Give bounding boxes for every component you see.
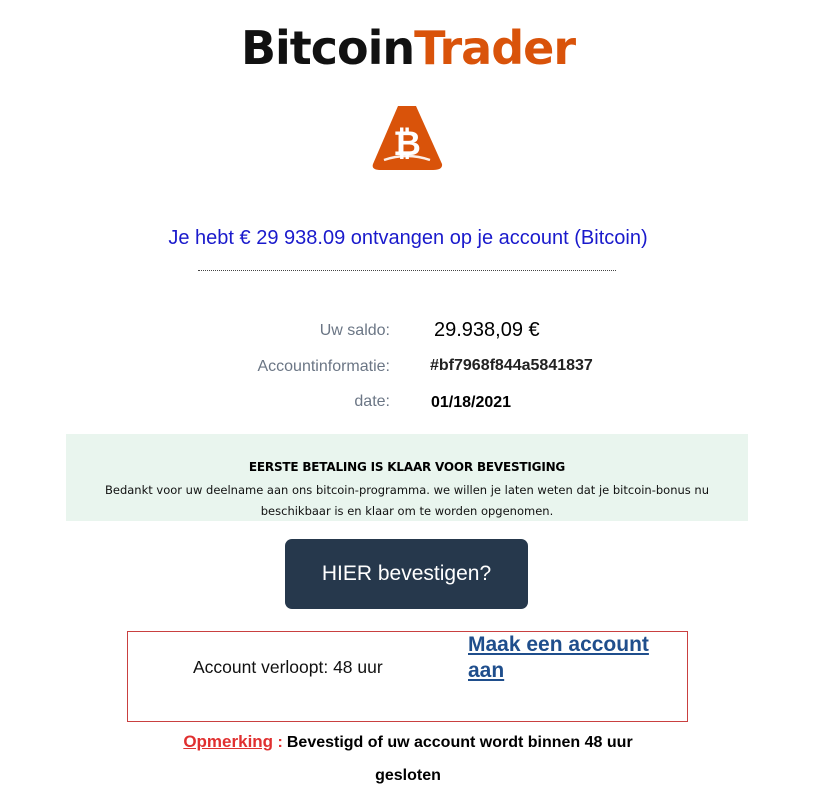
confirm-button[interactable]: HIER bevestigen? <box>285 539 528 609</box>
payment-notice: EERSTE BETALING IS KLAAR VOOR BEVESTIGIN… <box>66 434 748 521</box>
note-label: Opmerking <box>183 732 274 751</box>
brand-part-trader: Trader <box>414 21 576 75</box>
notice-body: Bedankt voor uw deelname aan ons bitcoin… <box>104 483 710 518</box>
note-colon: : <box>277 734 283 751</box>
date-label: date: <box>354 393 390 410</box>
brand-part-bitcoin: Bitcoin <box>240 21 415 75</box>
account-expiry-text: Account verloopt: 48 uur <box>193 657 383 677</box>
notice-title: EERSTE BETALING IS KLAAR VOOR BEVESTIGIN… <box>248 460 566 474</box>
footer-note-line2: gesloten <box>375 767 441 784</box>
footer-note: Opmerking : Bevestigd of uw account wordt… <box>0 730 816 755</box>
account-info-value: #bf7968f844a5841837 <box>430 357 593 374</box>
received-amount-headline: Je hebt € 29 938.09 ontvangen op je acco… <box>168 227 648 249</box>
note-text: Bevestigd of uw account wordt binnen 48 … <box>286 734 633 751</box>
divider <box>198 270 616 271</box>
svg-text:₿: ₿ <box>393 124 421 164</box>
create-account-link[interactable]: Maak een account aan <box>468 632 668 684</box>
bitcoin-icon: ₿ <box>372 106 443 170</box>
brand-logo-text: BitcoinTrader <box>0 18 816 78</box>
date-value: 01/18/2021 <box>431 394 512 411</box>
balance-label: Uw saldo: <box>319 322 390 339</box>
account-info-label: Accountinformatie: <box>257 358 390 375</box>
account-box: Account verloopt: 48 uur Maak een accoun… <box>127 631 688 722</box>
balance-value: 29.938,09 € <box>434 319 540 341</box>
